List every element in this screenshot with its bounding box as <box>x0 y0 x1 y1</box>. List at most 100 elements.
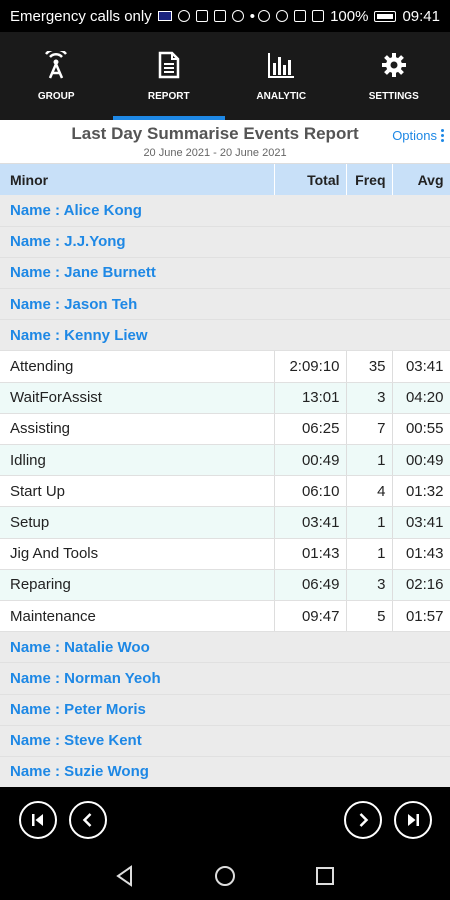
event-freq: 5 <box>346 600 393 633</box>
tab-settings-label: SETTINGS <box>368 90 419 102</box>
col-header-avg[interactable]: Avg <box>392 164 450 195</box>
tab-group-label: GROUP <box>37 90 75 102</box>
name-row[interactable]: Name : Suzie Wong <box>0 756 450 789</box>
event-minor: Idling <box>0 444 275 477</box>
event-freq: 3 <box>346 382 393 414</box>
home-icon[interactable] <box>214 865 236 887</box>
name-label[interactable]: Name : Suzie Wong <box>0 756 450 789</box>
name-label[interactable]: Name : J.J.Yong <box>0 226 450 258</box>
tab-report[interactable]: REPORT <box>112 32 226 120</box>
name-label[interactable]: Name : Natalie Woo <box>0 631 450 664</box>
event-total: 06:10 <box>274 475 347 508</box>
report-title: Last Day Summarise Events Report <box>71 124 359 143</box>
eye-icon <box>258 10 271 22</box>
event-avg: 04:20 <box>392 382 450 414</box>
document-icon <box>158 51 179 78</box>
wifi-tower-icon <box>45 50 68 78</box>
first-page-button[interactable] <box>19 801 57 839</box>
signal-icon <box>312 10 325 22</box>
name-row[interactable]: Name : Kenny Liew <box>0 319 450 352</box>
table-header-row: Minor Total Freq Avg <box>0 164 450 195</box>
event-total: 01:43 <box>274 538 347 570</box>
event-total: 13:01 <box>274 382 347 414</box>
skip-last-icon <box>408 814 419 826</box>
tab-settings[interactable]: SETTINGS <box>338 32 450 120</box>
event-avg: 03:41 <box>392 506 450 539</box>
name-row[interactable]: Name : J.J.Yong <box>0 226 450 258</box>
event-row: Idling 00:49 1 00:49 <box>0 444 450 477</box>
tab-analytic-label: ANALYTIC <box>256 90 307 102</box>
event-minor: Start Up <box>0 475 275 508</box>
name-label[interactable]: Name : Jane Burnett <box>0 257 450 290</box>
skip-first-icon <box>32 814 43 826</box>
system-nav-bar <box>0 850 450 900</box>
col-header-freq[interactable]: Freq <box>346 164 393 195</box>
name-label[interactable]: Name : Steve Kent <box>0 725 450 757</box>
event-total: 00:49 <box>274 444 347 477</box>
event-avg: 01:32 <box>392 475 450 508</box>
status-bar: Emergency calls only • 100% 09:41 <box>0 0 450 32</box>
recents-icon[interactable] <box>314 865 336 887</box>
event-freq: 1 <box>346 538 393 570</box>
tab-analytic[interactable]: ANALYTIC <box>225 32 338 120</box>
image-icon <box>195 10 208 22</box>
event-freq: 35 <box>346 350 393 383</box>
last-page-button[interactable] <box>394 801 432 839</box>
event-avg: 00:49 <box>392 444 450 477</box>
top-nav: GROUP REPORT ANALYTIC SETTINGS <box>0 32 450 120</box>
event-minor: Attending <box>0 350 275 383</box>
event-avg: 03:41 <box>392 350 450 383</box>
name-row[interactable]: Name : Jason Teh <box>0 288 450 321</box>
previous-page-button[interactable] <box>69 801 107 839</box>
event-row: Start Up 06:10 4 01:32 <box>0 475 450 508</box>
event-avg: 02:16 <box>392 569 450 601</box>
name-row[interactable]: Name : Norman Yeoh <box>0 662 450 695</box>
tab-group[interactable]: GROUP <box>0 32 113 120</box>
name-label[interactable]: Name : Norman Yeoh <box>0 662 450 695</box>
events-table: Minor Total Freq Avg Name : Alice Kong N… <box>0 164 450 789</box>
kebab-menu-icon <box>441 129 444 142</box>
event-row: WaitForAssist 13:01 3 04:20 <box>0 382 450 414</box>
name-row[interactable]: Name : Natalie Woo <box>0 631 450 664</box>
name-row[interactable]: Name : Alice Kong <box>0 195 450 227</box>
next-page-button[interactable] <box>344 801 382 839</box>
name-label[interactable]: Name : Peter Moris <box>0 694 450 726</box>
event-total: 09:47 <box>274 600 347 633</box>
tab-report-label: REPORT <box>147 90 190 102</box>
wifi-icon <box>294 10 307 22</box>
alarm-icon <box>276 10 289 22</box>
event-freq: 1 <box>346 444 393 477</box>
name-row[interactable]: Name : Peter Moris <box>0 694 450 726</box>
chevron-left-icon <box>82 813 92 827</box>
event-total: 03:41 <box>274 506 347 539</box>
event-avg: 00:55 <box>392 413 450 446</box>
more-dots-icon: • <box>249 7 255 25</box>
options-button[interactable]: Options <box>392 128 444 143</box>
event-total: 2:09:10 <box>274 350 347 383</box>
name-row[interactable]: Name : Jane Burnett <box>0 257 450 290</box>
usb-icon <box>177 10 190 22</box>
name-label[interactable]: Name : Jason Teh <box>0 288 450 321</box>
battery-percent: 100% <box>330 7 369 25</box>
col-header-total[interactable]: Total <box>274 164 347 195</box>
name-label[interactable]: Name : Kenny Liew <box>0 319 450 352</box>
facebook-icon <box>231 10 244 22</box>
name-label[interactable]: Name : Alice Kong <box>0 195 450 227</box>
battery-icon <box>374 10 397 22</box>
event-row: Assisting 06:25 7 00:55 <box>0 413 450 446</box>
event-minor: Maintenance <box>0 600 275 633</box>
flag-icon <box>157 11 172 21</box>
back-icon[interactable] <box>114 865 136 887</box>
event-freq: 7 <box>346 413 393 446</box>
name-row[interactable]: Name : Steve Kent <box>0 725 450 757</box>
options-label: Options <box>392 128 437 143</box>
event-freq: 4 <box>346 475 393 508</box>
event-row: Maintenance 09:47 5 01:57 <box>0 600 450 633</box>
mail-icon <box>213 10 226 22</box>
col-header-minor[interactable]: Minor <box>0 164 275 195</box>
event-row: Setup 03:41 1 03:41 <box>0 506 450 539</box>
event-minor: Assisting <box>0 413 275 446</box>
event-row: Reparing 06:49 3 02:16 <box>0 569 450 601</box>
event-row: Attending 2:09:10 35 03:41 <box>0 350 450 383</box>
event-row: Jig And Tools 01:43 1 01:43 <box>0 538 450 570</box>
